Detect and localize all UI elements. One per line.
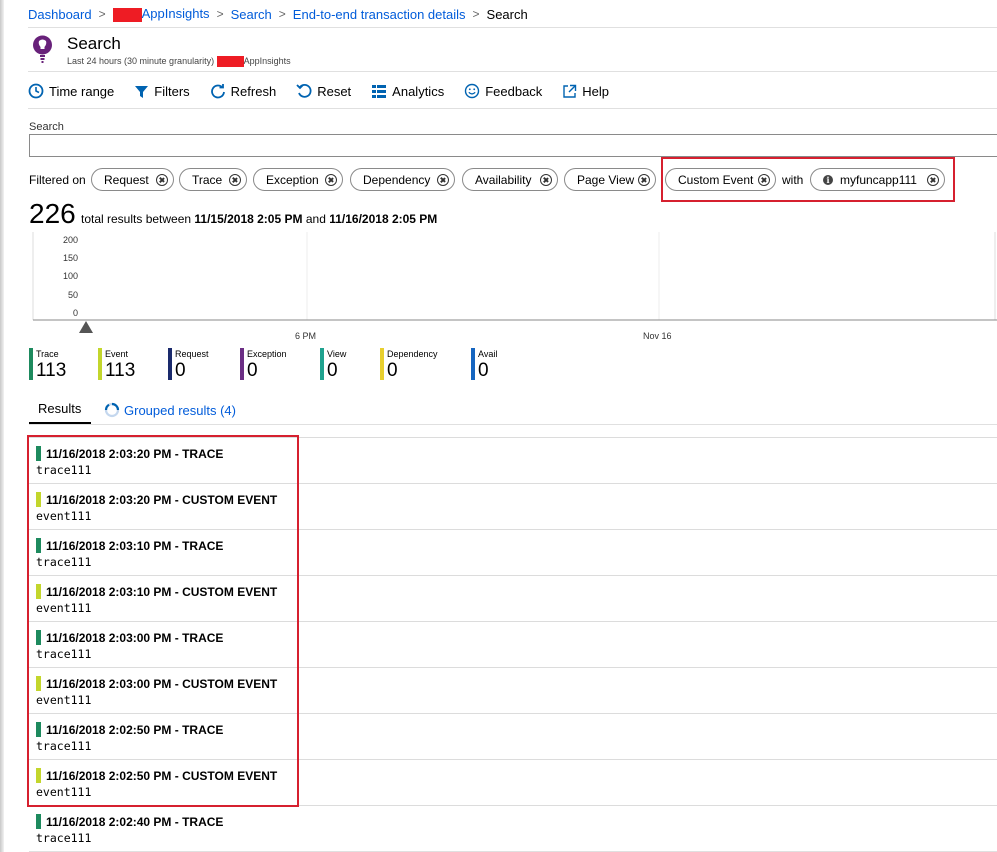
time-brush-handle-icon[interactable] (79, 321, 93, 333)
x-tick-6pm: 6 PM (295, 331, 317, 341)
legend-view[interactable]: View 0 (320, 348, 346, 381)
legend-request[interactable]: Request 0 (168, 348, 209, 381)
tab-grouped-results[interactable]: Grouped results (4) (104, 402, 236, 418)
legend-color-bar (240, 348, 244, 380)
tab-results[interactable]: Results (38, 401, 81, 416)
tabs-divider (29, 424, 997, 425)
loading-spinner-icon (104, 402, 120, 418)
legend-dependency[interactable]: Dependency 0 (380, 348, 438, 381)
x-tick-nov16: Nov 16 (643, 331, 672, 341)
result-row[interactable]: 11/16/2018 2:02:40 PM - TRACE trace111 (29, 805, 997, 851)
highlight-box-results (27, 435, 299, 807)
legend-color-bar (168, 348, 172, 380)
legend-event[interactable]: Event 113 (98, 348, 135, 381)
legend-trace[interactable]: Trace 113 (29, 348, 66, 381)
legend-color-bar (29, 348, 33, 380)
legend-color-bar (98, 348, 102, 380)
legend-color-bar (320, 348, 324, 380)
chart-svg (32, 232, 997, 333)
legend-exception[interactable]: Exception 0 (240, 348, 287, 381)
legend-avail[interactable]: Avail 0 (471, 348, 497, 381)
legend-color-bar (380, 348, 384, 380)
legend-color-bar (471, 348, 475, 380)
result-type-marker (36, 814, 41, 829)
